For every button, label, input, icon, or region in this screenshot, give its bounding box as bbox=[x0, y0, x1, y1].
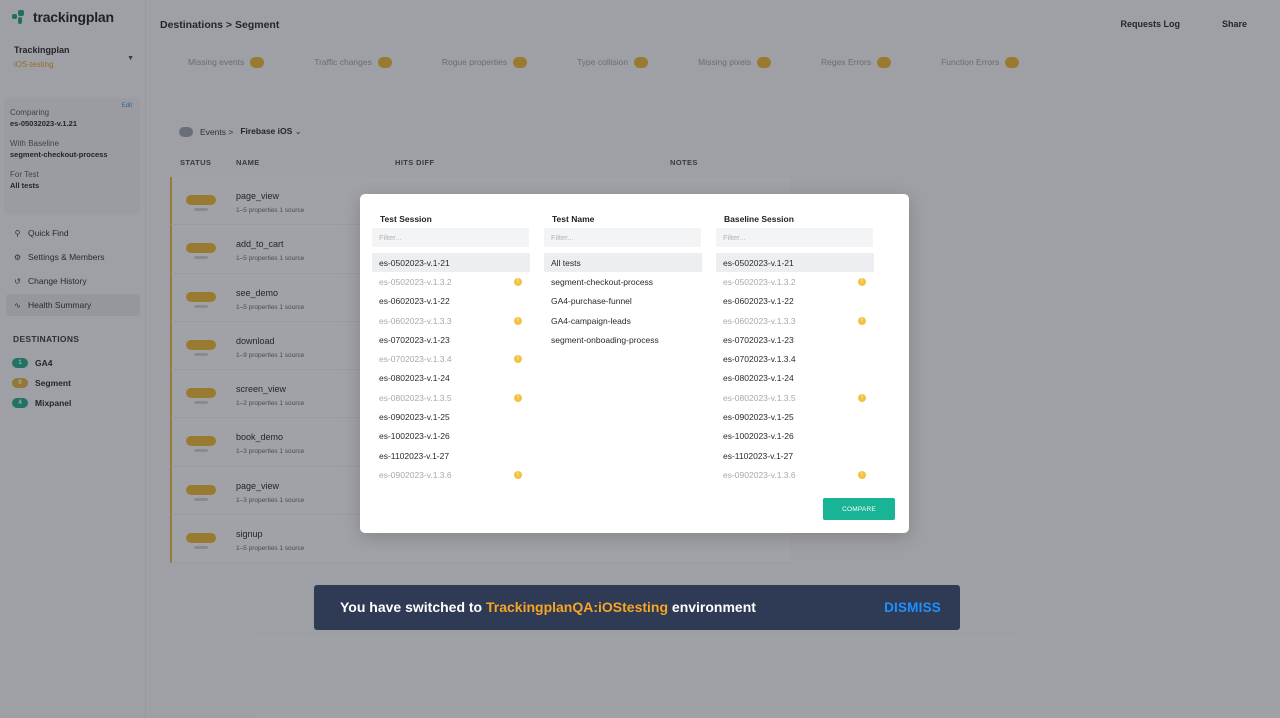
option-label: es-0902023-v.1.3.6 bbox=[379, 469, 452, 480]
option-label: es-0502023-v.1.3.2 bbox=[723, 276, 796, 287]
option-label: es-1002023-v.1-26 bbox=[723, 431, 794, 442]
test-session-option[interactable]: es-0602023-v.1.3.3! bbox=[372, 311, 530, 330]
test-name-option[interactable]: GA4-purchase-funnel bbox=[544, 292, 702, 311]
toast-environment: TrackingplanQA:iOStesting bbox=[486, 599, 669, 615]
column-title: Baseline Session bbox=[724, 214, 794, 224]
baseline-session-option[interactable]: es-0802023-v.1-24 bbox=[716, 369, 874, 388]
baseline-session-option[interactable]: es-0702023-v.1.3.4 bbox=[716, 349, 874, 368]
option-label: es-0502023-v.1-21 bbox=[379, 257, 450, 268]
baseline-session-option[interactable]: es-0902023-v.1.3.6! bbox=[716, 465, 874, 484]
baseline-session-option[interactable]: es-0602023-v.1-22 bbox=[716, 292, 874, 311]
baseline-session-option[interactable]: es-0502023-v.1.3.2! bbox=[716, 272, 874, 291]
baseline-session-option[interactable]: es-0802023-v.1.3.5! bbox=[716, 388, 874, 407]
baseline-session-option[interactable]: es-0602023-v.1.3.3! bbox=[716, 311, 874, 330]
option-label: es-0702023-v.1.3.4 bbox=[379, 354, 452, 365]
toast-suffix: environment bbox=[671, 599, 756, 615]
baseline-session-list: es-0502023-v.1-21 es-0502023-v.1.3.2! es-0… bbox=[716, 253, 874, 485]
option-label: es-0802023-v.1.3.5 bbox=[723, 392, 796, 403]
baseline-session-filter-input[interactable] bbox=[716, 228, 873, 247]
option-label: es-0702023-v.1-23 bbox=[723, 334, 794, 345]
test-name-option[interactable]: GA4-campaign-leads bbox=[544, 311, 702, 330]
environment-toast: You have switched to TrackingplanQA:iOSt… bbox=[314, 585, 960, 630]
option-label: es-0602023-v.1.3.3 bbox=[379, 315, 452, 326]
option-label: es-0702023-v.1.3.4 bbox=[723, 354, 796, 365]
option-label: es-0602023-v.1-22 bbox=[379, 296, 450, 307]
test-session-option[interactable]: es-0802023-v.1.3.5! bbox=[372, 388, 530, 407]
toast-prefix: You have switched to bbox=[340, 599, 483, 615]
warning-icon: ! bbox=[858, 470, 866, 479]
test-session-option[interactable]: es-1002023-v.1-26 bbox=[372, 427, 530, 446]
warning-icon: ! bbox=[858, 316, 866, 325]
option-label: GA4-purchase-funnel bbox=[551, 296, 632, 307]
option-label: es-1102023-v.1-27 bbox=[379, 450, 450, 461]
test-name-column: Test Name All tests segment-checkout-proc… bbox=[544, 214, 702, 349]
compare-sessions-modal: Test Session es-0502023-v.1-21 es-0502023… bbox=[360, 194, 909, 533]
option-label: es-1002023-v.1-26 bbox=[379, 431, 450, 442]
test-session-filter-input[interactable] bbox=[372, 228, 529, 247]
compare-button[interactable]: COMPARE bbox=[823, 498, 895, 520]
test-session-option[interactable]: es-0902023-v.1.3.6! bbox=[372, 465, 530, 484]
warning-icon: ! bbox=[514, 277, 522, 286]
warning-icon: ! bbox=[514, 355, 522, 364]
option-label: es-0902023-v.1.3.6 bbox=[723, 469, 796, 480]
test-session-option[interactable]: es-0502023-v.1-21 bbox=[372, 253, 530, 273]
option-label: es-0802023-v.1-24 bbox=[723, 373, 794, 384]
option-label: segment-onboading-process bbox=[551, 334, 659, 345]
test-name-filter-input[interactable] bbox=[544, 228, 701, 247]
option-label: es-1102023-v.1-27 bbox=[723, 450, 794, 461]
test-name-list: All tests segment-checkout-process GA4-pur… bbox=[544, 253, 702, 349]
baseline-session-option[interactable]: es-0502023-v.1-21 bbox=[716, 253, 874, 273]
warning-icon: ! bbox=[858, 277, 866, 286]
warning-icon: ! bbox=[514, 393, 522, 402]
test-session-option[interactable]: es-0702023-v.1-23 bbox=[372, 330, 530, 349]
baseline-session-option[interactable]: es-1002023-v.1-26 bbox=[716, 427, 874, 446]
option-label: es-0902023-v.1-25 bbox=[379, 412, 450, 423]
option-label: es-0902023-v.1-25 bbox=[723, 412, 794, 423]
warning-icon: ! bbox=[858, 393, 866, 402]
option-label: All tests bbox=[551, 257, 581, 268]
test-session-option[interactable]: es-0902023-v.1-25 bbox=[372, 407, 530, 426]
option-label: es-0802023-v.1-24 bbox=[379, 373, 450, 384]
option-label: es-0502023-v.1-21 bbox=[723, 257, 794, 268]
column-title: Test Session bbox=[380, 214, 432, 224]
option-label: es-0702023-v.1-23 bbox=[379, 334, 450, 345]
option-label: es-0502023-v.1.3.2 bbox=[379, 276, 452, 287]
baseline-session-option[interactable]: es-0902023-v.1-25 bbox=[716, 407, 874, 426]
test-session-option[interactable]: es-0802023-v.1-24 bbox=[372, 369, 530, 388]
option-label: es-0602023-v.1-22 bbox=[723, 296, 794, 307]
test-session-option[interactable]: es-0702023-v.1.3.4! bbox=[372, 349, 530, 368]
baseline-session-option[interactable]: es-0702023-v.1-23 bbox=[716, 330, 874, 349]
test-name-option[interactable]: All tests bbox=[544, 253, 702, 273]
test-name-option[interactable]: segment-checkout-process bbox=[544, 272, 702, 291]
test-session-option[interactable]: es-1102023-v.1-27 bbox=[372, 446, 530, 465]
test-session-option[interactable]: es-0602023-v.1-22 bbox=[372, 292, 530, 311]
warning-icon: ! bbox=[514, 470, 522, 479]
toast-message: You have switched to TrackingplanQA:iOSt… bbox=[340, 599, 756, 615]
option-label: es-0802023-v.1.3.5 bbox=[379, 392, 452, 403]
test-session-list: es-0502023-v.1-21 es-0502023-v.1.3.2! es-0… bbox=[372, 253, 530, 485]
option-label: es-0602023-v.1.3.3 bbox=[723, 315, 796, 326]
baseline-session-column: Baseline Session es-0502023-v.1-21 es-050… bbox=[716, 214, 874, 485]
column-title: Test Name bbox=[552, 214, 595, 224]
dismiss-button[interactable]: DISMISS bbox=[884, 600, 941, 615]
test-session-option[interactable]: es-0502023-v.1.3.2! bbox=[372, 272, 530, 291]
test-name-option[interactable]: segment-onboading-process bbox=[544, 330, 702, 349]
baseline-session-option[interactable]: es-1102023-v.1-27 bbox=[716, 446, 874, 465]
test-session-column: Test Session es-0502023-v.1-21 es-0502023… bbox=[372, 214, 530, 485]
option-label: GA4-campaign-leads bbox=[551, 315, 631, 326]
warning-icon: ! bbox=[514, 316, 522, 325]
option-label: segment-checkout-process bbox=[551, 276, 654, 287]
